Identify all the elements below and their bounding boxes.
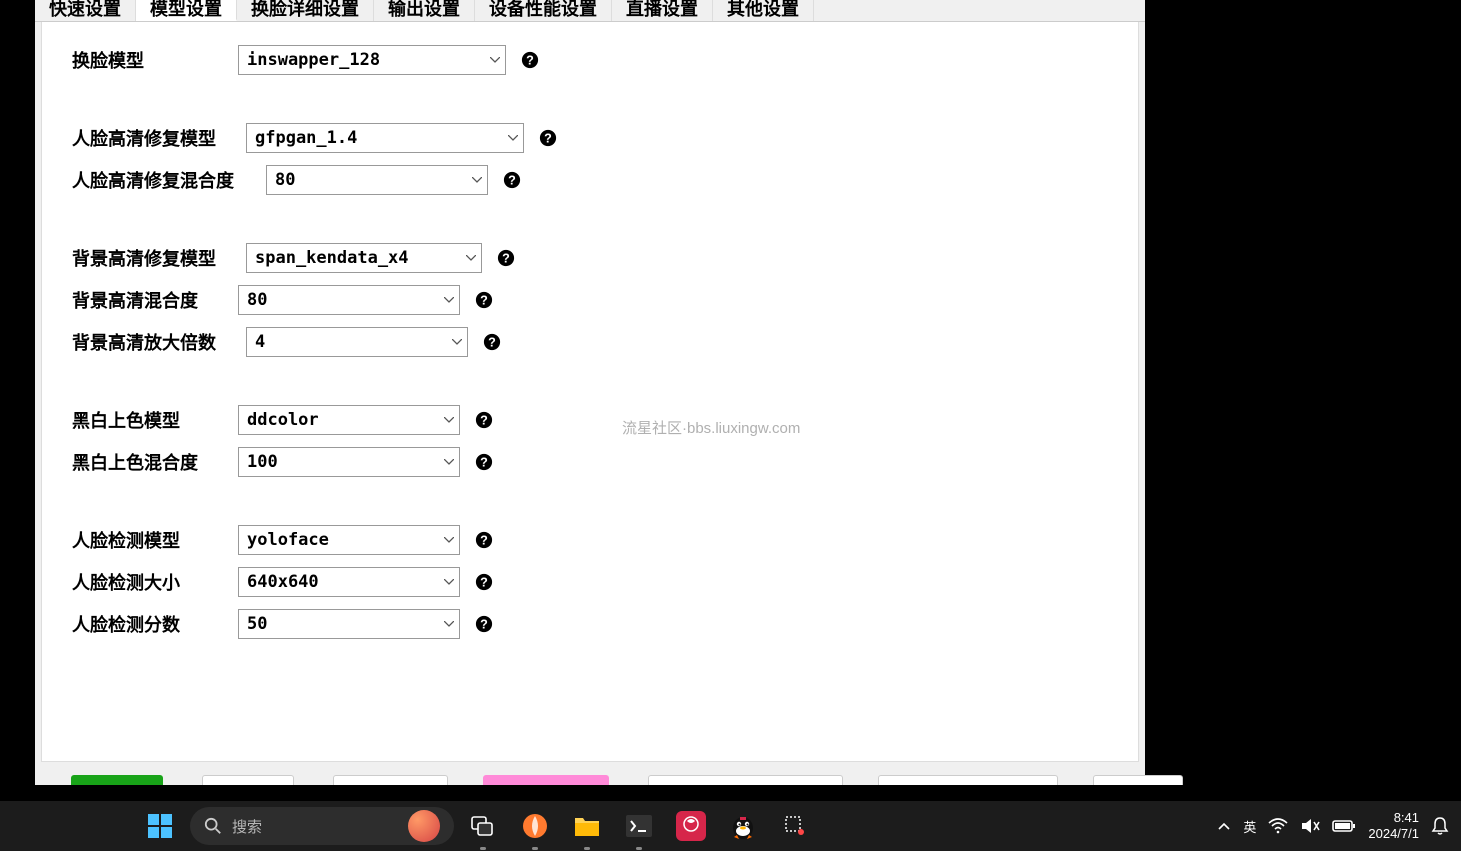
label-colorize-model: 黑白上色模型	[72, 407, 238, 433]
chevron-down-icon	[439, 459, 459, 465]
help-icon[interactable]: ?	[474, 572, 494, 592]
taskbar-app-task-view[interactable]	[460, 806, 506, 846]
watermark: 流星社区·bbs.liuxingw.com	[622, 417, 800, 438]
combo-face-swap-model[interactable]: inswapper_128	[238, 45, 506, 75]
label-face-detect-score: 人脸检测分数	[72, 611, 238, 637]
action-button-5[interactable]	[648, 775, 843, 785]
tab-live-settings[interactable]: 直播设置	[612, 0, 713, 21]
help-icon[interactable]: ?	[538, 128, 558, 148]
combo-face-restore-blend[interactable]: 80	[266, 165, 488, 195]
app-window: 快速设置 模型设置 换脸详细设置 输出设置 设备性能设置 直播设置 其他设置 换…	[35, 0, 1145, 785]
combo-face-detect-size[interactable]: 640x640	[238, 567, 460, 597]
combo-face-detect-score[interactable]: 50	[238, 609, 460, 639]
help-icon[interactable]: ?	[502, 170, 522, 190]
chevron-down-icon	[439, 297, 459, 303]
tray-volume-icon[interactable]	[1300, 817, 1320, 835]
svg-text:?: ?	[526, 54, 534, 68]
chevron-down-icon	[439, 417, 459, 423]
svg-text:?: ?	[480, 534, 488, 548]
combo-colorize-blend[interactable]: 100	[238, 447, 460, 477]
svg-text:?: ?	[488, 336, 496, 350]
chevron-down-icon	[439, 537, 459, 543]
help-icon[interactable]: ?	[474, 452, 494, 472]
label-colorize-blend: 黑白上色混合度	[72, 449, 238, 475]
help-icon[interactable]: ?	[474, 410, 494, 430]
chevron-down-icon	[439, 579, 459, 585]
search-icon	[204, 817, 222, 835]
taskbar-app-explorer[interactable]	[564, 806, 610, 846]
search-highlight-icon	[408, 810, 440, 842]
label-face-detect-model: 人脸检测模型	[72, 527, 238, 553]
svg-text:?: ?	[480, 294, 488, 308]
label-bg-restore-model: 背景高清修复模型	[72, 245, 246, 271]
combo-colorize-model[interactable]: ddcolor	[238, 405, 460, 435]
settings-panel: 换脸模型 inswapper_128 ? 人脸高清修复模型 gfpgan_1.4…	[41, 22, 1139, 762]
tab-face-swap-detail-settings[interactable]: 换脸详细设置	[237, 0, 374, 21]
combo-face-detect-model[interactable]: yoloface	[238, 525, 460, 555]
label-face-restore-blend: 人脸高清修复混合度	[72, 167, 266, 193]
help-icon[interactable]: ?	[474, 614, 494, 634]
taskbar-app-qq[interactable]	[720, 806, 766, 846]
start-button[interactable]	[140, 806, 180, 846]
label-bg-restore-blend: 背景高清混合度	[72, 287, 238, 313]
taskbar-app-snipping[interactable]	[772, 806, 818, 846]
search-placeholder: 搜索	[232, 816, 408, 837]
tab-quick-settings[interactable]: 快速设置	[35, 0, 136, 21]
svg-text:?: ?	[480, 576, 488, 590]
svg-text:?: ?	[544, 132, 552, 146]
help-icon[interactable]: ?	[520, 50, 540, 70]
combo-face-restore-model[interactable]: gfpgan_1.4	[246, 123, 524, 153]
action-button-3[interactable]	[333, 775, 448, 785]
tray-wifi-icon[interactable]	[1268, 818, 1288, 834]
svg-text:?: ?	[508, 174, 516, 188]
help-icon[interactable]: ?	[482, 332, 502, 352]
help-icon[interactable]: ?	[496, 248, 516, 268]
chevron-down-icon	[439, 621, 459, 627]
label-face-restore-model: 人脸高清修复模型	[72, 125, 246, 151]
tray-clock[interactable]: 8:41 2024/7/1	[1368, 810, 1419, 841]
svg-text:?: ?	[480, 414, 488, 428]
svg-text:?: ?	[502, 252, 510, 266]
tab-device-performance-settings[interactable]: 设备性能设置	[475, 0, 612, 21]
action-button-7[interactable]	[1093, 775, 1183, 785]
taskbar-app-browser[interactable]	[512, 806, 558, 846]
label-face-swap-model: 换脸模型	[72, 47, 238, 73]
taskbar-app-terminal[interactable]	[616, 806, 662, 846]
tabs-bar: 快速设置 模型设置 换脸详细设置 输出设置 设备性能设置 直播设置 其他设置	[35, 0, 1145, 22]
chevron-down-icon	[467, 177, 487, 183]
tab-model-settings[interactable]: 模型设置	[136, 0, 237, 21]
search-box[interactable]: 搜索	[190, 807, 454, 845]
chevron-down-icon	[461, 255, 481, 261]
taskbar-app-rose[interactable]	[668, 806, 714, 846]
label-bg-upscale: 背景高清放大倍数	[72, 329, 246, 355]
help-icon[interactable]: ?	[474, 290, 494, 310]
chevron-down-icon	[503, 135, 523, 141]
tray-ime[interactable]: 英	[1243, 817, 1256, 836]
tray-notifications-icon[interactable]	[1431, 816, 1449, 836]
tab-output-settings[interactable]: 输出设置	[374, 0, 475, 21]
tray-chevron-up-icon[interactable]	[1217, 821, 1231, 831]
tab-other-settings[interactable]: 其他设置	[713, 0, 814, 21]
taskbar: 搜索 英	[0, 801, 1461, 851]
svg-text:?: ?	[480, 456, 488, 470]
action-button-2[interactable]	[202, 775, 294, 785]
action-button-6[interactable]	[878, 775, 1058, 785]
combo-bg-restore-model[interactable]: span_kendata_x4	[246, 243, 482, 273]
combo-bg-restore-blend[interactable]: 80	[238, 285, 460, 315]
combo-bg-upscale[interactable]: 4	[246, 327, 468, 357]
label-face-detect-size: 人脸检测大小	[72, 569, 238, 595]
action-button-1[interactable]	[71, 775, 163, 785]
chevron-down-icon	[485, 57, 505, 63]
action-button-4[interactable]	[483, 775, 609, 785]
help-icon[interactable]: ?	[474, 530, 494, 550]
chevron-down-icon	[447, 339, 467, 345]
bottom-buttons	[71, 775, 1183, 785]
svg-text:?: ?	[480, 618, 488, 632]
tray-battery-icon[interactable]	[1332, 819, 1356, 833]
